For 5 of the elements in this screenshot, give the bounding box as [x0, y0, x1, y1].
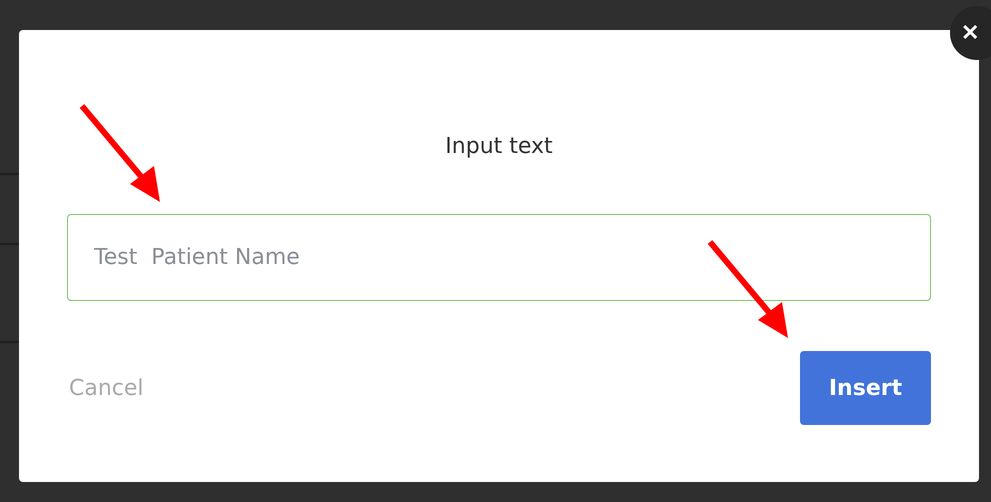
dialog-title: Input text — [445, 134, 553, 159]
close-button[interactable]: ✕ — [950, 6, 991, 60]
input-field[interactable]: Test Patient Name — [67, 214, 931, 301]
insert-button[interactable]: Insert — [800, 351, 931, 425]
cancel-button[interactable]: Cancel — [69, 376, 144, 400]
